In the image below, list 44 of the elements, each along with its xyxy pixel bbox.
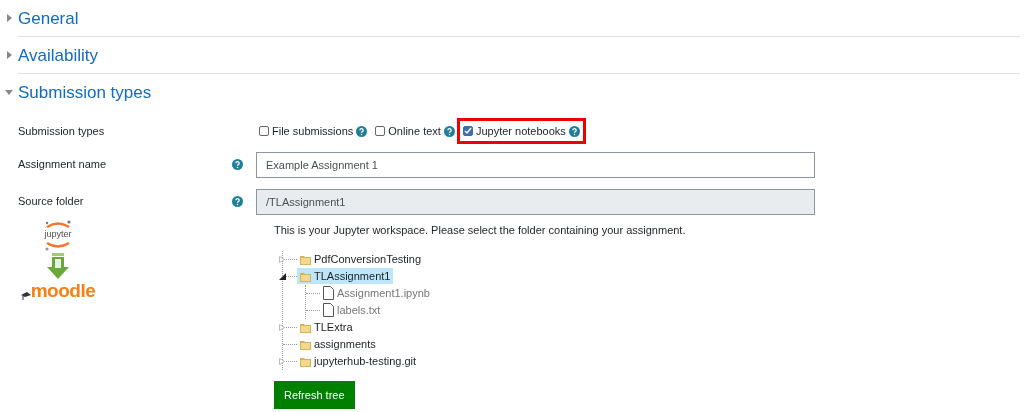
help-icon[interactable] xyxy=(232,196,243,207)
checkbox-option[interactable]: Jupyter notebooks xyxy=(459,120,583,142)
tree-item[interactable]: assignments xyxy=(297,336,379,352)
file-icon xyxy=(323,303,334,317)
field-label: Source folder xyxy=(17,194,85,210)
section-heading[interactable]: General xyxy=(18,9,79,27)
folder-icon xyxy=(300,338,311,350)
tree-item[interactable]: TLAssignment1 xyxy=(297,268,394,284)
tree-item[interactable]: Assignment1.ipynb xyxy=(320,285,433,301)
folder-icon xyxy=(300,321,311,333)
expand-icon[interactable] xyxy=(6,14,12,22)
checkbox-label: File submissions xyxy=(272,123,354,139)
tree-item[interactable]: TLExtra xyxy=(297,319,356,335)
text-field[interactable]: Example Assignment 1 xyxy=(256,151,815,178)
tree-item[interactable]: jupyterhub-testing.git xyxy=(297,353,420,369)
field-label: Assignment name xyxy=(17,157,108,173)
field-label: Submission types xyxy=(17,123,106,139)
checkbox-label: Online text xyxy=(388,123,441,139)
expand-icon[interactable] xyxy=(6,51,12,59)
instruction-text: This is your Jupyter workspace. Please select the folder containing your assignment. xyxy=(274,223,686,238)
section-heading[interactable]: Availability xyxy=(18,46,98,64)
help-icon[interactable] xyxy=(356,125,368,137)
file-icon xyxy=(323,286,334,300)
tree-item[interactable]: labels.txt xyxy=(320,302,384,318)
collapse-icon[interactable] xyxy=(279,272,286,280)
expand-icon[interactable] xyxy=(279,255,285,263)
tree-item[interactable]: PdfConversionTesting xyxy=(297,251,424,267)
expand-icon[interactable] xyxy=(279,357,285,365)
section-heading[interactable]: Submission types xyxy=(18,83,152,101)
folder-icon xyxy=(300,253,311,265)
help-icon[interactable] xyxy=(443,125,455,137)
logo-drawing: jupyter moodle xyxy=(18,220,98,409)
checkbox[interactable] xyxy=(259,126,269,136)
folder-icon xyxy=(300,270,311,282)
help-icon[interactable] xyxy=(568,125,580,137)
help-icon[interactable] xyxy=(232,159,243,170)
checkbox[interactable] xyxy=(375,126,386,136)
expand-icon[interactable] xyxy=(279,323,285,331)
folder-icon xyxy=(300,355,311,367)
checkbox[interactable] xyxy=(462,126,473,136)
checkbox-option[interactable]: File submissions xyxy=(256,120,371,142)
refresh-button[interactable]: Refresh tree xyxy=(274,380,355,409)
checkbox-option[interactable]: Online text xyxy=(372,120,458,142)
checkbox-label: Jupyter notebooks xyxy=(475,123,566,139)
